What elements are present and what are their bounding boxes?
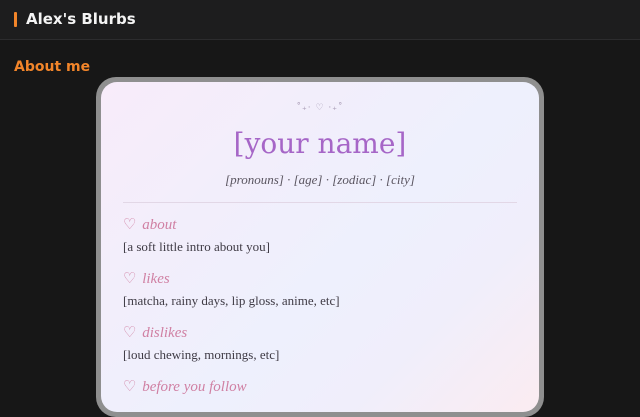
- section-body-likes: [matcha, rainy days, lip gloss, anime, e…: [123, 293, 340, 308]
- section-heading-label: before you follow: [142, 379, 247, 395]
- section-heading-label: dislikes: [142, 325, 188, 341]
- app-header: Alex's Blurbs: [0, 0, 640, 40]
- section-body-dislikes: [loud chewing, mornings, etc]: [123, 347, 280, 362]
- section-heading-likes: ♡ likes: [123, 270, 170, 288]
- header-accent-bar: [14, 12, 17, 27]
- section-heading-before-you-follow: ♡ before you follow: [123, 378, 247, 396]
- heart-icon: ♡: [123, 271, 137, 287]
- heart-icon: ♡: [123, 325, 137, 341]
- section-title: About me: [14, 59, 91, 75]
- profile-card: ˚₊‧ ♡ ‧₊˚ [your name] [pronouns] · [age]…: [101, 82, 539, 412]
- section-heading-dislikes: ♡ dislikes: [123, 324, 187, 342]
- sparkle-decoration: ˚₊‧ ♡ ‧₊˚: [296, 103, 344, 113]
- profile-name: [your name]: [233, 127, 407, 160]
- divider: [123, 202, 517, 203]
- section-body-about: [a soft little intro about you]: [123, 239, 270, 254]
- section-heading-about: ♡ about: [123, 216, 176, 234]
- heart-icon: ♡: [123, 217, 137, 233]
- app-title: Alex's Blurbs: [26, 10, 136, 28]
- profile-meta: [pronouns] · [age] · [zodiac] · [city]: [225, 172, 415, 187]
- section-heading-label: likes: [142, 271, 170, 287]
- heart-icon: ♡: [123, 379, 137, 395]
- section-heading-label: about: [142, 217, 177, 233]
